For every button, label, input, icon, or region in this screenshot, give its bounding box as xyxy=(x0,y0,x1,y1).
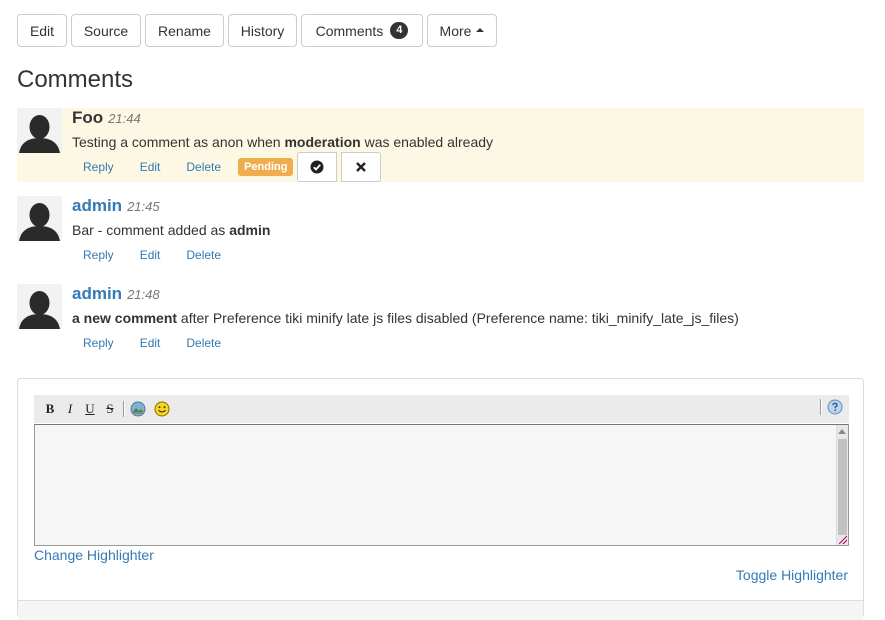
comment-author-link[interactable]: admin xyxy=(72,284,122,303)
avatar xyxy=(17,108,62,153)
underline-button[interactable]: U xyxy=(80,399,100,419)
comment-body: Testing a comment as anon when moderatio… xyxy=(72,134,493,150)
comment-author: Foo xyxy=(72,108,104,127)
comment-text: Testing a comment as anon when xyxy=(72,134,285,150)
comment-form-panel: B I U S Change Highlighter Toggle Highli… xyxy=(17,378,864,620)
comment-time: 21:45 xyxy=(127,199,160,214)
smiley-icon xyxy=(154,401,170,417)
comment-text-end: after Preference tiki minify late js fil… xyxy=(177,310,739,326)
smiley-button[interactable] xyxy=(152,399,172,419)
edit-link[interactable]: Edit xyxy=(140,160,161,174)
textarea-scrollbar[interactable] xyxy=(836,425,848,545)
more-button-label: More xyxy=(439,22,472,39)
reply-link[interactable]: Reply xyxy=(83,248,114,262)
edit-link[interactable]: Edit xyxy=(140,248,161,262)
comment-header: admin 21:48 xyxy=(72,284,160,304)
more-dropdown-button[interactable]: More xyxy=(427,14,497,47)
comment-time: 21:44 xyxy=(108,111,141,126)
comment-item: admin 21:48 a new comment after Preferenc… xyxy=(17,284,864,354)
comments-button[interactable]: Comments 4 xyxy=(301,14,423,47)
comment-header: Foo 21:44 xyxy=(72,108,141,128)
reject-button[interactable] xyxy=(341,152,382,182)
comment-item: Foo 21:44 Testing a comment as anon when … xyxy=(17,108,864,182)
strikethrough-button[interactable]: S xyxy=(100,399,120,419)
comment-textarea[interactable] xyxy=(34,424,849,546)
resize-handle[interactable] xyxy=(839,536,847,544)
avatar xyxy=(17,284,62,329)
help-button[interactable] xyxy=(825,397,845,417)
rename-button[interactable]: Rename xyxy=(145,14,224,47)
scroll-thumb[interactable] xyxy=(838,439,847,535)
bold-button[interactable]: B xyxy=(40,399,60,419)
delete-link[interactable]: Delete xyxy=(186,336,221,350)
comment-actions: Reply Edit Delete Pending xyxy=(72,152,382,182)
help-icon xyxy=(827,399,843,415)
comment-text: Bar - comment added as xyxy=(72,222,230,238)
comments-count-badge: 4 xyxy=(390,22,409,39)
reply-link[interactable]: Reply xyxy=(83,160,114,174)
history-button[interactable]: History xyxy=(228,14,297,47)
user-silhouette-icon xyxy=(17,108,62,153)
caret-up-icon xyxy=(476,27,485,32)
comment-item: admin 21:45 Bar - comment added as admin … xyxy=(17,196,864,266)
comments-button-label: Comments xyxy=(315,22,384,39)
image-icon xyxy=(130,401,146,417)
reply-link[interactable]: Reply xyxy=(83,336,114,350)
form-footer xyxy=(18,600,863,620)
toggle-highlighter-link[interactable]: Toggle Highlighter xyxy=(736,567,848,583)
page-title: Comments xyxy=(17,66,134,93)
comment-body: a new comment after Preference tiki mini… xyxy=(72,310,739,326)
comment-header: admin 21:45 xyxy=(72,196,160,216)
user-silhouette-icon xyxy=(17,196,62,241)
comment-time: 21:48 xyxy=(127,287,160,302)
edit-button[interactable]: Edit xyxy=(17,14,67,47)
approve-button[interactable] xyxy=(297,152,338,182)
source-button[interactable]: Source xyxy=(71,14,141,47)
editor-toolbar-right xyxy=(817,397,845,417)
comment-body: Bar - comment added as admin xyxy=(72,222,270,238)
comment-author-link[interactable]: admin xyxy=(72,196,122,215)
toolbar-separator xyxy=(123,401,125,417)
pending-status-badge: Pending xyxy=(238,158,294,176)
comment-actions: Reply Edit Delete xyxy=(72,248,236,262)
comment-actions: Reply Edit Delete xyxy=(72,336,236,350)
change-highlighter-link[interactable]: Change Highlighter xyxy=(34,547,154,563)
editor-toolbar: B I U S xyxy=(34,395,849,423)
check-circle-icon xyxy=(310,160,324,174)
insert-image-button[interactable] xyxy=(128,399,148,419)
page-action-toolbar: Edit Source Rename History Comments 4 Mo… xyxy=(17,14,501,47)
comment-bold-text: admin xyxy=(229,222,271,238)
comment-text-end: was enabled already xyxy=(360,134,494,150)
user-silhouette-icon xyxy=(17,284,62,329)
delete-link[interactable]: Delete xyxy=(186,160,221,174)
comment-bold-text: moderation xyxy=(284,134,361,150)
toolbar-separator xyxy=(820,399,822,415)
scroll-up-arrow-icon[interactable] xyxy=(838,429,846,434)
edit-link[interactable]: Edit xyxy=(140,336,161,350)
close-icon xyxy=(356,162,367,172)
avatar xyxy=(17,196,62,241)
delete-link[interactable]: Delete xyxy=(186,248,221,262)
italic-button[interactable]: I xyxy=(60,399,80,419)
comment-bold-text: a new comment xyxy=(72,310,178,326)
